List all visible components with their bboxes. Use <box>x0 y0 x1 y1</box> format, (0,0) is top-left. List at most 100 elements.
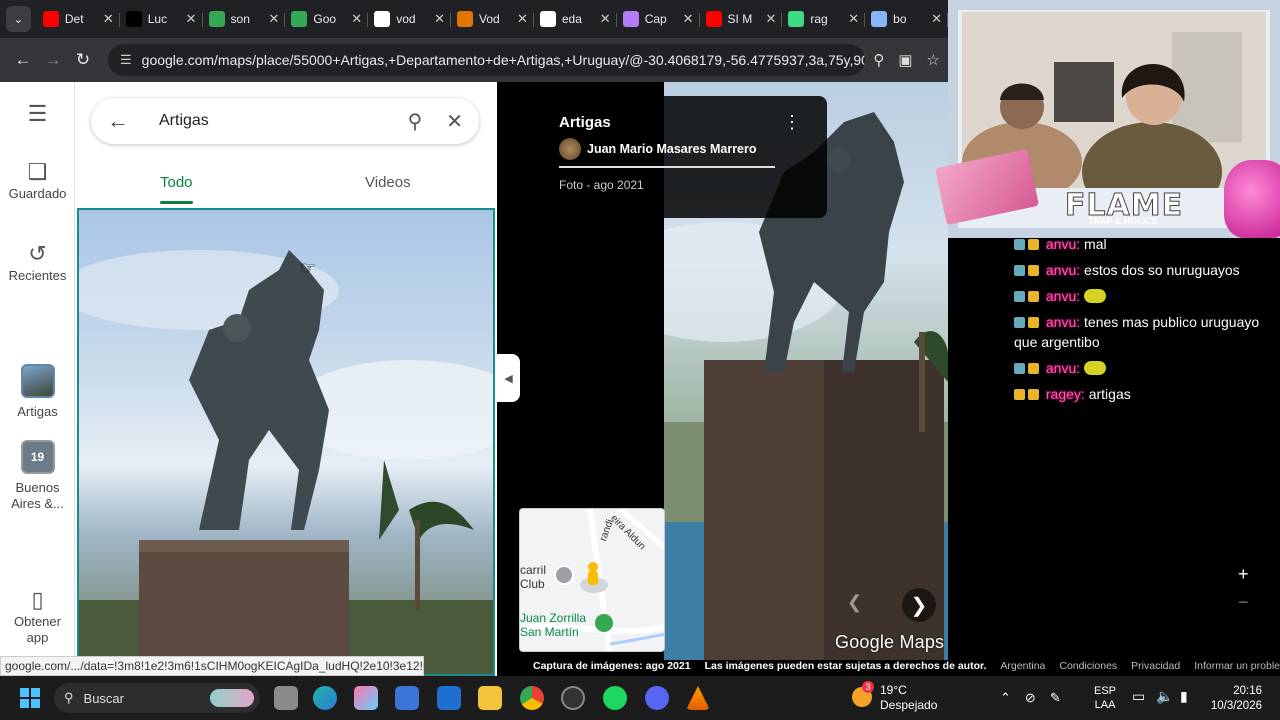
collapse-panel-button[interactable]: ◀ <box>497 354 520 402</box>
network-off-icon[interactable]: ⊘ <box>1025 690 1036 706</box>
close-tab-icon[interactable]: ✕ <box>931 11 942 27</box>
chrome-icon[interactable] <box>520 686 544 710</box>
input-language[interactable]: ESP LAA <box>1094 684 1116 712</box>
zoom-in-icon[interactable]: + <box>1238 564 1249 585</box>
next-photo-button[interactable]: ❯ <box>902 588 936 622</box>
drive-icon <box>208 11 225 27</box>
browser-tab[interactable]: Cap ✕ <box>617 4 700 34</box>
close-tab-icon[interactable]: ✕ <box>351 11 362 27</box>
zoom-out-icon[interactable]: − <box>1238 592 1249 613</box>
saved-label: Guardado <box>8 186 67 201</box>
recent-place-artigas[interactable]: Artigas <box>0 364 75 420</box>
search-box[interactable]: ← Artigas ⚲ ✕ <box>91 98 479 144</box>
chat-username: anvu: <box>1045 236 1081 252</box>
close-tab-icon[interactable]: ✕ <box>600 11 611 27</box>
obs-icon[interactable] <box>561 686 585 710</box>
previous-photo-icon[interactable]: ❮ <box>847 592 862 613</box>
install-app-icon[interactable]: ▣ <box>898 51 912 69</box>
chat-text: mal <box>1084 236 1107 252</box>
discord-icon[interactable] <box>645 686 669 710</box>
close-tab-icon[interactable]: ✕ <box>683 11 694 27</box>
browser-tab[interactable]: bo ✕ <box>865 4 948 34</box>
selected-photo-thumbnail[interactable]: ☞ <box>77 208 495 676</box>
chat-text: artigas <box>1088 386 1131 402</box>
flame-subtitle: TRAP & HOLICS <box>1088 216 1158 226</box>
google-maps-logo: Google Maps <box>835 632 945 652</box>
browser-tab[interactable]: Vod ✕ <box>451 4 534 34</box>
browser-tab[interactable]: Luc ✕ <box>120 4 203 34</box>
vlc-icon[interactable] <box>686 686 710 710</box>
badge-icon <box>1014 291 1025 302</box>
badge-icon <box>1028 363 1039 374</box>
browser-tab[interactable]: son ✕ <box>203 4 286 34</box>
edge-icon[interactable] <box>313 686 337 710</box>
copilot-icon[interactable] <box>354 686 378 710</box>
search-icon[interactable]: ⚲ <box>408 109 423 134</box>
recent-place-buenos-aires[interactable]: 19 Buenos Aires &... <box>0 440 75 512</box>
hamburger-menu-icon: ☰ <box>27 101 48 126</box>
search-input[interactable]: Artigas <box>159 112 384 130</box>
terms-link[interactable]: Condiciones <box>1059 660 1117 676</box>
task-view-icon[interactable] <box>274 686 298 710</box>
close-tab-icon[interactable]: ✕ <box>268 11 279 27</box>
browser-tab[interactable]: eda ✕ <box>534 4 617 34</box>
pen-icon[interactable]: ✎ <box>1050 690 1061 706</box>
spotify-icon[interactable] <box>603 686 627 710</box>
tab-all[interactable]: Todo <box>160 174 193 191</box>
more-options-icon[interactable]: ⋮ <box>783 112 801 133</box>
chat-text: estos dos so nuruguayos <box>1084 262 1240 278</box>
close-tab-icon[interactable]: ✕ <box>103 11 114 27</box>
chevron-up-icon[interactable]: ⌃ <box>1000 690 1011 706</box>
browser-tab[interactable]: Det ✕ <box>37 4 120 34</box>
back-arrow-icon[interactable]: ← <box>8 50 38 70</box>
browser-tab[interactable]: vod ✕ <box>368 4 451 34</box>
bookmark-star-icon[interactable]: ☆ <box>927 51 940 69</box>
battery-icon[interactable]: ▮ <box>1180 688 1188 705</box>
browser-tab[interactable]: SI M ✕ <box>700 4 783 34</box>
get-app-button[interactable]: ▯ Obtener app <box>0 587 75 646</box>
saved-button[interactable]: ❑ Guardado <box>0 161 75 202</box>
chat-overlay: anvu: mal anvu: estos dos so nuruguayos … <box>1014 230 1280 410</box>
mini-map[interactable]: carril Club Juan Zorrilla San Martín eir… <box>519 508 665 652</box>
tab-videos[interactable]: Videos <box>365 174 411 191</box>
monitor-icon[interactable]: ▭ <box>1132 688 1145 705</box>
close-tab-icon[interactable]: ✕ <box>848 11 859 27</box>
privacy-link[interactable]: Privacidad <box>1131 660 1180 676</box>
chat-message: anvu: estos dos so nuruguayos <box>1014 260 1280 280</box>
tab-title: Luc <box>147 12 168 26</box>
forward-arrow-icon[interactable]: → <box>38 50 68 70</box>
browser-tab[interactable]: Goo ✕ <box>285 4 369 34</box>
menu-button[interactable]: ☰ <box>0 101 75 128</box>
badge-icon <box>1014 363 1025 374</box>
close-tab-icon[interactable]: ✕ <box>765 11 776 27</box>
badge-icon <box>1014 317 1025 328</box>
recents-button[interactable]: ↺ Recientes <box>0 241 75 284</box>
close-tab-icon[interactable]: ✕ <box>434 11 445 27</box>
tab-search-chevron-icon[interactable]: ⌄ <box>6 6 31 32</box>
report-problem-link[interactable]: Informar un problema <box>1194 660 1280 676</box>
store-icon[interactable] <box>395 686 419 710</box>
back-arrow-icon[interactable]: ← <box>107 108 137 134</box>
outlook-icon[interactable] <box>437 686 461 710</box>
badge-icon <box>1014 265 1025 276</box>
taskbar-search[interactable]: ⚲ Buscar <box>54 683 260 713</box>
pen-icon <box>622 11 639 27</box>
phone-icon: ▯ <box>31 587 44 612</box>
windows-start-icon[interactable] <box>20 688 40 708</box>
country-link[interactable]: Argentina <box>1000 660 1045 676</box>
file-explorer-icon[interactable] <box>478 686 502 710</box>
close-icon[interactable]: ✕ <box>446 109 463 134</box>
photo-author[interactable]: Juan Mario Masares Marrero <box>559 138 757 160</box>
tab-title: SI M <box>727 12 753 26</box>
close-tab-icon[interactable]: ✕ <box>517 11 528 27</box>
reload-icon[interactable]: ↻ <box>68 50 98 70</box>
clock[interactable]: 20:16 10/3/2026 <box>1206 684 1262 714</box>
close-tab-icon[interactable]: ✕ <box>186 11 197 27</box>
history-icon: ↺ <box>28 241 47 266</box>
url-input[interactable]: ☰ google.com/maps/place/55000+Artigas,+D… <box>108 44 866 76</box>
zoom-icon[interactable]: ⚲ <box>873 51 884 69</box>
tab-title: rag <box>810 12 828 26</box>
volume-icon[interactable]: 🔈 <box>1156 688 1173 705</box>
browser-tab[interactable]: rag ✕ <box>782 4 866 34</box>
site-settings-icon[interactable]: ☰ <box>120 52 132 68</box>
